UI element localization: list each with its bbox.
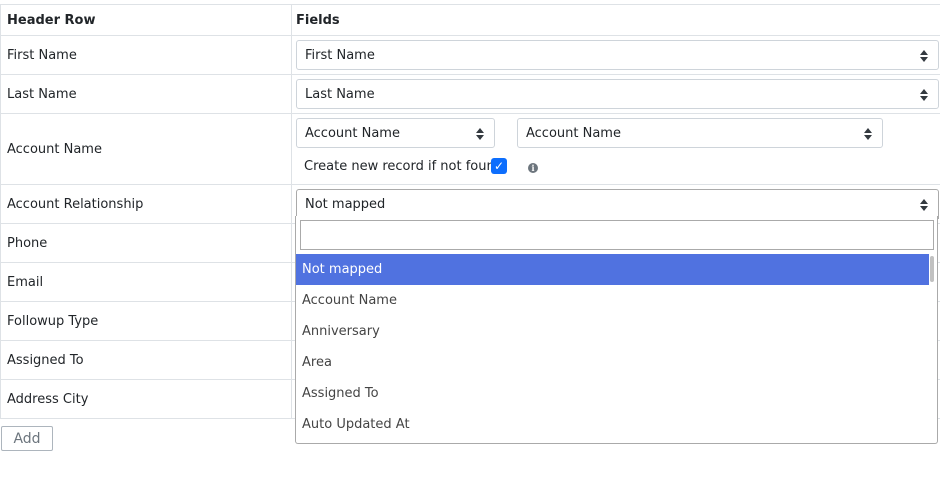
first-name-field-select[interactable]: First Name <box>296 40 939 70</box>
account-relationship-field-select[interactable]: Not mapped <box>296 189 939 219</box>
row-label: Account Name <box>7 141 102 157</box>
row-label: Address City <box>7 391 89 407</box>
create-record-checkbox[interactable]: ✓ <box>491 158 507 174</box>
sort-arrows-icon <box>920 88 928 102</box>
dropdown-scrollbar[interactable] <box>930 256 934 282</box>
row-label: Email <box>7 274 44 290</box>
select-value: Account Name <box>526 125 621 141</box>
dropdown-option[interactable]: Auto Updated At <box>296 409 929 440</box>
sort-arrows-icon <box>920 198 928 212</box>
fields-heading: Fields <box>296 12 340 28</box>
table-row: Last Name Last Name <box>1 74 940 113</box>
dropdown-options-list: Not mapped Account Name Anniversary Area… <box>296 254 929 440</box>
sort-arrows-icon <box>864 127 872 141</box>
dropdown-search-input[interactable] <box>300 220 934 250</box>
row-label: Account Relationship <box>7 196 144 212</box>
table-header-row: Header Row Fields <box>1 5 940 35</box>
dropdown-option[interactable]: Area <box>296 347 929 378</box>
header-row-heading: Header Row <box>7 12 96 28</box>
sort-arrows-icon <box>920 49 928 63</box>
sort-arrows-icon <box>476 127 484 141</box>
dropdown-option[interactable]: Assigned To <box>296 378 929 409</box>
select-value: First Name <box>305 47 375 63</box>
select-value: Account Name <box>305 125 400 141</box>
table-row: First Name First Name <box>1 35 940 74</box>
row-label: Last Name <box>7 86 77 102</box>
create-record-label: Create new record if not found <box>304 159 503 174</box>
dropdown-option[interactable]: Not mapped <box>296 254 929 285</box>
checkmark-icon: ✓ <box>493 159 505 173</box>
info-circle-icon[interactable]: i <box>528 163 538 173</box>
add-button[interactable]: Add <box>1 426 53 451</box>
account-name-module-select[interactable]: Account Name <box>296 118 495 148</box>
row-label: Followup Type <box>7 313 99 329</box>
table-row: Account Name Account Name Account Name C… <box>1 113 940 184</box>
select-value: Not mapped <box>305 196 386 212</box>
dropdown-option[interactable]: Anniversary <box>296 316 929 347</box>
dropdown-option[interactable]: Account Name <box>296 285 929 316</box>
select-value: Last Name <box>305 86 375 102</box>
row-label: Assigned To <box>7 352 84 368</box>
field-options-dropdown: Not mapped Account Name Anniversary Area… <box>295 216 938 444</box>
last-name-field-select[interactable]: Last Name <box>296 79 939 109</box>
account-name-field-select[interactable]: Account Name <box>517 118 883 148</box>
row-label: First Name <box>7 47 77 63</box>
row-label: Phone <box>7 235 48 251</box>
